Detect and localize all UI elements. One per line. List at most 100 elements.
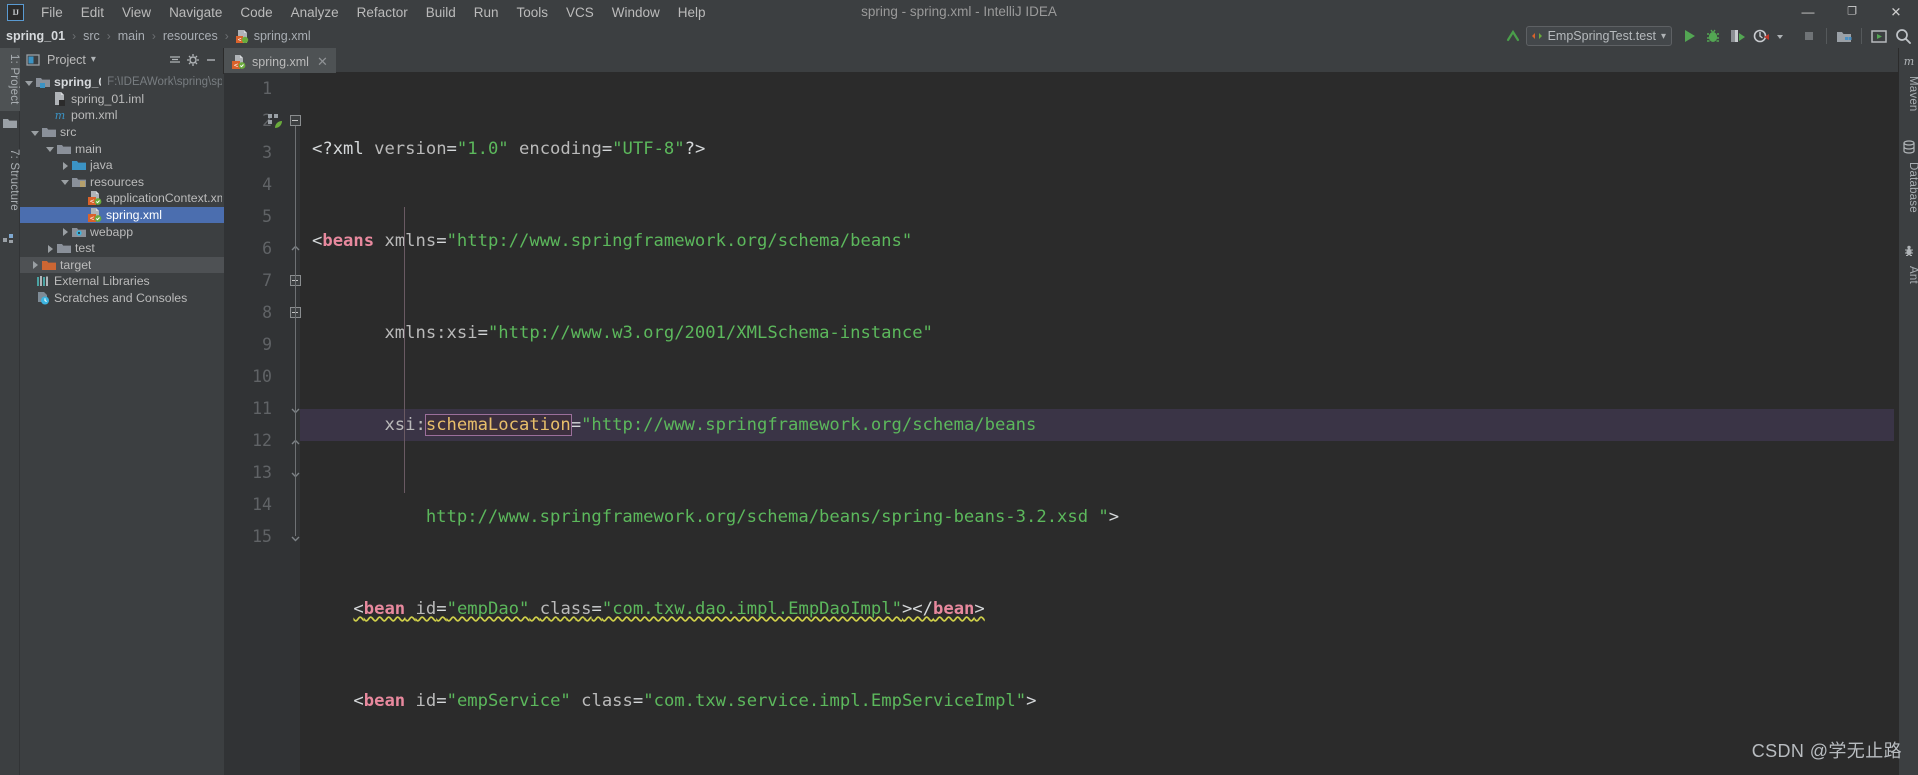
sidebar-tab-maven[interactable]: Maven (1899, 70, 1918, 118)
indent-guide (404, 207, 405, 493)
tree-item-webapp[interactable]: webapp (20, 223, 224, 240)
code-editor[interactable]: 1 2 3 4 5 6 7 8 9 10 11 12 13 14 15 <?xm… (224, 73, 1894, 775)
editor-gutter[interactable]: 1 2 3 4 5 6 7 8 9 10 11 12 13 14 15 (224, 73, 301, 775)
debug-icon[interactable] (1702, 25, 1724, 47)
code-line-3: xmlns:xsi="http://www.w3.org/2001/XMLSch… (384, 323, 933, 343)
menu-build[interactable]: Build (417, 3, 465, 22)
resources-folder-icon (72, 175, 86, 189)
breadcrumb-resources[interactable]: resources (163, 29, 218, 43)
tree-label: spring_01 (54, 75, 101, 90)
close-icon[interactable]: ✕ (317, 54, 328, 70)
chevron-down-icon[interactable] (24, 77, 35, 88)
spring-bean-gutter-icon[interactable] (268, 114, 284, 135)
hide-icon[interactable] (204, 53, 218, 67)
tree-item-target[interactable]: target (20, 256, 224, 274)
sidebar-tab-database[interactable]: Database (1899, 156, 1918, 219)
run-config-label: EmpSpringTest.test (1547, 29, 1656, 43)
svg-text:<: < (90, 215, 94, 223)
scratches-icon (36, 291, 50, 305)
tree-item-spring_01-iml[interactable]: spring_01.iml (20, 91, 224, 108)
chevron-down-icon[interactable] (60, 176, 71, 187)
source-folder-icon (72, 158, 86, 172)
chevron-down-icon[interactable] (45, 143, 56, 154)
tab-database-label: Database (1907, 162, 1918, 213)
structure-icon (3, 230, 17, 249)
open-in-browser-icon[interactable] (1868, 25, 1890, 47)
project-tree: spring_01 F:\IDEAWork\spring\spring_ spr… (20, 74, 224, 775)
sidebar-tab-ant[interactable]: Ant (1899, 260, 1918, 290)
menu-vcs[interactable]: VCS (557, 3, 603, 22)
menu-view[interactable]: View (113, 3, 160, 22)
chevron-right-icon[interactable] (60, 160, 71, 171)
menu-edit[interactable]: Edit (72, 3, 113, 22)
update-project-icon[interactable] (1502, 25, 1524, 47)
chevron-right-icon[interactable] (45, 243, 56, 254)
tree-item-src[interactable]: src (20, 124, 224, 141)
tree-item-main[interactable]: main (20, 140, 224, 157)
tree-item-test[interactable]: test (20, 240, 224, 257)
search-everywhere-icon[interactable] (1892, 25, 1914, 47)
menu-window[interactable]: Window (603, 3, 669, 22)
menu-code[interactable]: Code (231, 3, 281, 22)
code-line-5: http://www.springframework.org/schema/be… (425, 507, 1120, 527)
line-number: 4 (262, 175, 272, 194)
breadcrumb-project[interactable]: spring_01 (6, 29, 65, 43)
tree-item-external-libraries[interactable]: External Libraries (20, 273, 224, 290)
sidebar-tab-structure[interactable]: 7: Structure (0, 143, 20, 217)
folder-icon (57, 142, 71, 156)
run-configuration-selector[interactable]: EmpSpringTest.test ▾ (1525, 26, 1672, 46)
chevron-right-icon[interactable] (60, 226, 71, 237)
run-icon[interactable] (1678, 25, 1700, 47)
code-content[interactable]: <?xml version="1.0" encoding="UTF-8"?> <… (300, 73, 1894, 775)
editor-tab-spring-xml[interactable]: < spring.xml ✕ (224, 48, 336, 73)
breadcrumb-main[interactable]: main (118, 29, 145, 43)
minimize-button[interactable]: — (1786, 0, 1830, 24)
tree-item-spring-xml[interactable]: < spring.xml (20, 206, 224, 224)
project-panel-title: Project (47, 52, 86, 67)
svg-text:m: m (55, 109, 65, 122)
build-project-icon[interactable] (1833, 25, 1855, 47)
project-icon (3, 116, 17, 135)
menu-refactor[interactable]: Refactor (348, 3, 417, 22)
profile-icon[interactable] (1750, 25, 1772, 47)
tree-item-resources[interactable]: resources (20, 174, 224, 191)
menu-run[interactable]: Run (465, 3, 508, 22)
tree-item-applicationContext-xml[interactable]: < applicationContext.xml (20, 190, 224, 207)
tree-label: java (90, 158, 113, 173)
breadcrumb-src[interactable]: src (83, 29, 100, 43)
tree-label: Scratches and Consoles (54, 291, 188, 306)
project-panel-header: Project ▾ (20, 48, 223, 72)
highlighted-token: schemaLocation (424, 414, 572, 436)
sidebar-tab-project[interactable]: 1: Project (0, 48, 20, 111)
spring-xml-icon: < (88, 208, 102, 223)
folder-icon (57, 241, 71, 255)
maximize-button[interactable]: ❐ (1830, 0, 1874, 24)
menu-file[interactable]: File (32, 3, 72, 22)
close-button[interactable]: ✕ (1874, 0, 1918, 24)
stop-icon[interactable] (1798, 25, 1820, 47)
gear-icon[interactable] (186, 53, 200, 67)
folder-icon (42, 125, 56, 139)
menu-help[interactable]: Help (669, 3, 715, 22)
tree-item-java[interactable]: java (20, 157, 224, 174)
line-number: 13 (252, 463, 272, 482)
tree-item-spring_01[interactable]: spring_01 F:\IDEAWork\spring\spring_ (20, 74, 224, 91)
menu-navigate[interactable]: Navigate (160, 3, 231, 22)
svg-text:<: < (234, 61, 238, 69)
chevron-down-icon[interactable] (30, 127, 41, 138)
close-icon: ✕ (1890, 4, 1902, 20)
menu-analyze[interactable]: Analyze (282, 3, 348, 22)
tree-label: pom.xml (71, 108, 118, 123)
collapse-all-icon[interactable] (168, 53, 182, 67)
tree-item-scratches-and-consoles[interactable]: Scratches and Consoles (20, 290, 224, 307)
module-folder-icon (36, 75, 50, 89)
left-tool-window-strip: 1: Project 7: Structure (0, 48, 20, 775)
code-line-1: <?xml version="1.0" encoding="UTF-8"?> (312, 139, 706, 159)
menu-tools[interactable]: Tools (508, 3, 558, 22)
run-with-coverage-icon[interactable] (1726, 25, 1748, 47)
breadcrumb-file[interactable]: < spring.xml (235, 29, 311, 43)
chevron-right-icon[interactable] (30, 259, 41, 270)
tree-item-pom-xml[interactable]: m pom.xml (20, 107, 224, 124)
chevron-down-icon[interactable] (1774, 25, 1796, 47)
chevron-down-icon[interactable]: ▾ (91, 54, 96, 65)
